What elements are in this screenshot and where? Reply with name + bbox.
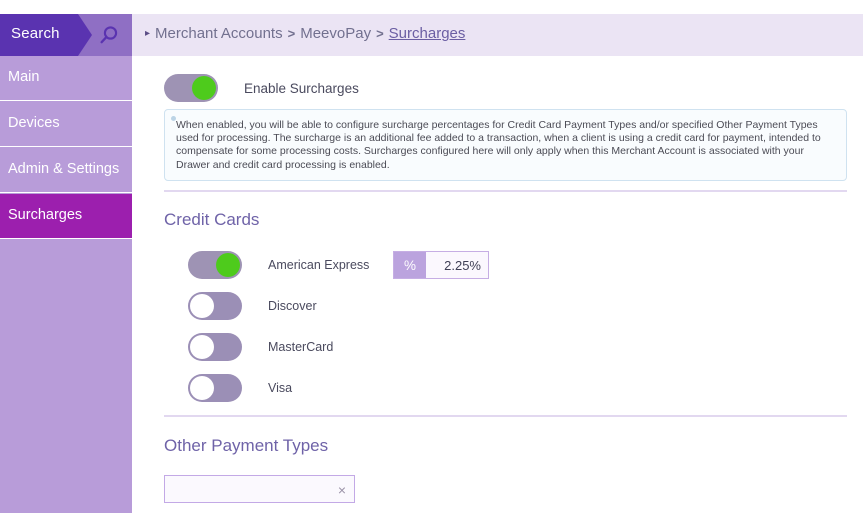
sidebar: Search Main Devices Admin & Settings Sur… — [0, 14, 132, 513]
toggle-discover[interactable] — [188, 292, 242, 320]
toggle-knob — [190, 376, 214, 400]
sidebar-item-devices[interactable]: Devices — [0, 102, 132, 147]
info-box: When enabled, you will be able to config… — [164, 109, 847, 181]
breadcrumb-item-merchant-accounts[interactable]: Merchant Accounts — [155, 25, 283, 42]
search-label: Search — [11, 25, 60, 42]
enable-surcharges-label: Enable Surcharges — [244, 81, 359, 96]
enable-surcharges-toggle[interactable] — [164, 74, 218, 102]
card-row-discover: Discover — [188, 292, 393, 320]
divider — [164, 190, 847, 192]
toggle-knob — [190, 335, 214, 359]
toggle-visa[interactable] — [188, 374, 242, 402]
toggle-american-express[interactable] — [188, 251, 242, 279]
percent-value[interactable]: 2.25% — [426, 252, 488, 278]
sidebar-item-label: Main — [8, 69, 39, 85]
percent-field-american-express[interactable]: % 2.25% — [393, 251, 489, 279]
card-row-mastercard: MasterCard — [188, 333, 393, 361]
section-title-other-payment-types: Other Payment Types — [164, 436, 328, 456]
other-payment-types-field[interactable]: × — [164, 475, 355, 503]
section-title-credit-cards: Credit Cards — [164, 210, 259, 230]
search-bar-arrow — [78, 14, 92, 56]
toggle-knob — [192, 76, 216, 100]
breadcrumb-separator: > — [376, 26, 384, 41]
toggle-knob — [190, 294, 214, 318]
enable-surcharges-row: Enable Surcharges — [164, 74, 359, 102]
breadcrumb-item-meevopay[interactable]: MeevoPay — [300, 25, 371, 42]
toggle-knob — [216, 253, 240, 277]
main-content: Enable Surcharges When enabled, you will… — [132, 56, 863, 513]
card-label-visa: Visa — [268, 381, 393, 395]
sidebar-item-label: Admin & Settings — [8, 161, 119, 177]
toggle-mastercard[interactable] — [188, 333, 242, 361]
sidebar-item-admin-settings[interactable]: Admin & Settings — [0, 148, 132, 193]
card-row-visa: Visa — [188, 374, 393, 402]
search-bar[interactable]: Search — [0, 14, 132, 56]
info-box-text: When enabled, you will be able to config… — [176, 119, 835, 172]
divider — [164, 415, 847, 417]
card-label-mastercard: MasterCard — [268, 340, 393, 354]
sidebar-item-label: Surcharges — [8, 207, 82, 223]
sidebar-item-label: Devices — [8, 115, 60, 131]
sidebar-item-surcharges[interactable]: Surcharges — [0, 194, 132, 239]
header-bar: ▸ Merchant Accounts > MeevoPay > Surcharges — [132, 14, 863, 56]
percent-prefix: % — [394, 252, 426, 278]
breadcrumb-separator: > — [288, 26, 296, 41]
search-icon[interactable] — [96, 23, 122, 49]
breadcrumb-caret-icon[interactable]: ▸ — [145, 28, 150, 39]
sidebar-item-main[interactable]: Main — [0, 56, 132, 101]
breadcrumb: ▸ Merchant Accounts > MeevoPay > Surcharges — [145, 25, 465, 42]
card-label-discover: Discover — [268, 299, 393, 313]
clear-icon[interactable]: × — [338, 481, 346, 499]
info-dot-icon — [171, 116, 176, 121]
breadcrumb-item-surcharges[interactable]: Surcharges — [389, 25, 466, 42]
card-label-american-express: American Express — [268, 258, 393, 272]
card-row-american-express: American Express % 2.25% — [188, 251, 489, 279]
